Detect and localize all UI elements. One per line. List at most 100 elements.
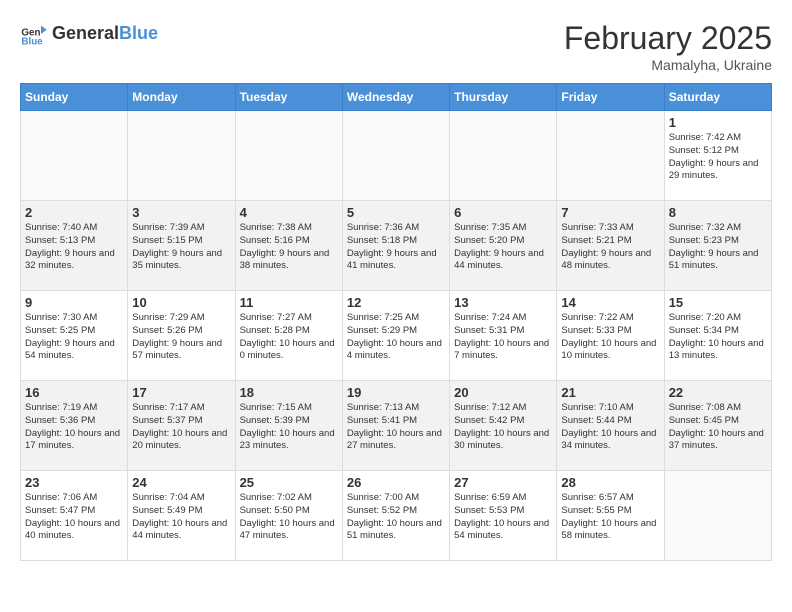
day-info: Sunrise: 7:24 AM Sunset: 5:31 PM Dayligh… — [454, 312, 552, 363]
calendar-week-row: 2 Sunrise: 7:40 AM Sunset: 5:13 PM Daylig… — [21, 201, 772, 291]
column-header-thursday: Thursday — [450, 84, 557, 111]
calendar-day-cell: 13 Sunrise: 7:24 AM Sunset: 5:31 PM Dayli… — [450, 291, 557, 381]
day-info: Sunrise: 7:08 AM Sunset: 5:45 PM Dayligh… — [669, 402, 767, 453]
day-number: 3 — [132, 205, 230, 220]
calendar-day-cell — [664, 471, 771, 561]
day-number: 17 — [132, 385, 230, 400]
calendar-day-cell: 3 Sunrise: 7:39 AM Sunset: 5:15 PM Daylig… — [128, 201, 235, 291]
calendar-day-cell — [342, 111, 449, 201]
page-header: Gen Blue GeneralBlue February 2025 Mamal… — [20, 20, 772, 73]
day-info: Sunrise: 7:20 AM Sunset: 5:34 PM Dayligh… — [669, 312, 767, 363]
calendar-day-cell: 22 Sunrise: 7:08 AM Sunset: 5:45 PM Dayli… — [664, 381, 771, 471]
column-header-friday: Friday — [557, 84, 664, 111]
calendar-week-row: 23 Sunrise: 7:06 AM Sunset: 5:47 PM Dayli… — [21, 471, 772, 561]
logo: Gen Blue GeneralBlue — [20, 20, 158, 48]
day-info: Sunrise: 7:36 AM Sunset: 5:18 PM Dayligh… — [347, 222, 445, 273]
day-number: 1 — [669, 115, 767, 130]
day-number: 25 — [240, 475, 338, 490]
day-info: Sunrise: 7:40 AM Sunset: 5:13 PM Dayligh… — [25, 222, 123, 273]
calendar-day-cell: 19Sunrise: 7:13 AM Sunset: 5:41 PM Dayli… — [342, 381, 449, 471]
day-number: 13 — [454, 295, 552, 310]
day-number: 15 — [669, 295, 767, 310]
calendar-day-cell: 2 Sunrise: 7:40 AM Sunset: 5:13 PM Daylig… — [21, 201, 128, 291]
day-number: 5 — [347, 205, 445, 220]
day-info: Sunrise: 7:30 AM Sunset: 5:25 PM Dayligh… — [25, 312, 123, 363]
calendar-day-cell: 6 Sunrise: 7:35 AM Sunset: 5:20 PM Daylig… — [450, 201, 557, 291]
day-number: 14 — [561, 295, 659, 310]
day-number: 7 — [561, 205, 659, 220]
month-year-title: February 2025 — [564, 20, 772, 57]
calendar-day-cell: 1 Sunrise: 7:42 AM Sunset: 5:12 PM Daylig… — [664, 111, 771, 201]
calendar-week-row: 9 Sunrise: 7:30 AM Sunset: 5:25 PM Daylig… — [21, 291, 772, 381]
day-info: Sunrise: 7:00 AM Sunset: 5:52 PM Dayligh… — [347, 492, 445, 543]
calendar-day-cell: 20 Sunrise: 7:12 AM Sunset: 5:42 PM Dayli… — [450, 381, 557, 471]
location-subtitle: Mamalyha, Ukraine — [564, 57, 772, 73]
day-info: Sunrise: 7:42 AM Sunset: 5:12 PM Dayligh… — [669, 132, 767, 183]
day-number: 26 — [347, 475, 445, 490]
calendar-day-cell: 4Sunrise: 7:38 AM Sunset: 5:16 PM Daylig… — [235, 201, 342, 291]
day-number: 21 — [561, 385, 659, 400]
day-number: 19 — [347, 385, 445, 400]
day-info: Sunrise: 7:19 AM Sunset: 5:36 PM Dayligh… — [25, 402, 123, 453]
day-info: Sunrise: 7:35 AM Sunset: 5:20 PM Dayligh… — [454, 222, 552, 273]
calendar-day-cell — [450, 111, 557, 201]
calendar-day-cell — [128, 111, 235, 201]
day-number: 24 — [132, 475, 230, 490]
day-number: 22 — [669, 385, 767, 400]
day-info: Sunrise: 6:57 AM Sunset: 5:55 PM Dayligh… — [561, 492, 659, 543]
calendar-day-cell: 16 Sunrise: 7:19 AM Sunset: 5:36 PM Dayli… — [21, 381, 128, 471]
day-number: 23 — [25, 475, 123, 490]
day-number: 8 — [669, 205, 767, 220]
day-info: Sunrise: 7:39 AM Sunset: 5:15 PM Dayligh… — [132, 222, 230, 273]
day-number: 27 — [454, 475, 552, 490]
day-info: Sunrise: 7:15 AM Sunset: 5:39 PM Dayligh… — [240, 402, 338, 453]
day-number: 6 — [454, 205, 552, 220]
column-header-sunday: Sunday — [21, 84, 128, 111]
calendar-day-cell — [235, 111, 342, 201]
calendar-day-cell: 28 Sunrise: 6:57 AM Sunset: 5:55 PM Dayli… — [557, 471, 664, 561]
calendar-day-cell: 8 Sunrise: 7:32 AM Sunset: 5:23 PM Daylig… — [664, 201, 771, 291]
title-section: February 2025 Mamalyha, Ukraine — [564, 20, 772, 73]
day-info: Sunrise: 7:32 AM Sunset: 5:23 PM Dayligh… — [669, 222, 767, 273]
day-number: 2 — [25, 205, 123, 220]
day-number: 28 — [561, 475, 659, 490]
column-header-monday: Monday — [128, 84, 235, 111]
day-info: Sunrise: 7:33 AM Sunset: 5:21 PM Dayligh… — [561, 222, 659, 273]
calendar-day-cell: 15 Sunrise: 7:20 AM Sunset: 5:34 PM Dayli… — [664, 291, 771, 381]
calendar-day-cell: 7 Sunrise: 7:33 AM Sunset: 5:21 PM Daylig… — [557, 201, 664, 291]
calendar-day-cell — [557, 111, 664, 201]
calendar-day-cell: 24 Sunrise: 7:04 AM Sunset: 5:49 PM Dayli… — [128, 471, 235, 561]
day-number: 9 — [25, 295, 123, 310]
day-info: Sunrise: 7:06 AM Sunset: 5:47 PM Dayligh… — [25, 492, 123, 543]
calendar-day-cell — [21, 111, 128, 201]
calendar-week-row: 16 Sunrise: 7:19 AM Sunset: 5:36 PM Dayli… — [21, 381, 772, 471]
calendar-day-cell: 9 Sunrise: 7:30 AM Sunset: 5:25 PM Daylig… — [21, 291, 128, 381]
day-number: 11 — [240, 295, 338, 310]
day-info: Sunrise: 7:10 AM Sunset: 5:44 PM Dayligh… — [561, 402, 659, 453]
day-info: Sunrise: 7:17 AM Sunset: 5:37 PM Dayligh… — [132, 402, 230, 453]
column-header-wednesday: Wednesday — [342, 84, 449, 111]
calendar-day-cell: 18Sunrise: 7:15 AM Sunset: 5:39 PM Dayli… — [235, 381, 342, 471]
day-number: 16 — [25, 385, 123, 400]
calendar-day-cell: 11 Sunrise: 7:27 AM Sunset: 5:28 PM Dayli… — [235, 291, 342, 381]
calendar-day-cell: 23 Sunrise: 7:06 AM Sunset: 5:47 PM Dayli… — [21, 471, 128, 561]
day-info: Sunrise: 7:27 AM Sunset: 5:28 PM Dayligh… — [240, 312, 338, 363]
day-number: 10 — [132, 295, 230, 310]
day-info: Sunrise: 6:59 AM Sunset: 5:53 PM Dayligh… — [454, 492, 552, 543]
column-header-tuesday: Tuesday — [235, 84, 342, 111]
column-header-saturday: Saturday — [664, 84, 771, 111]
calendar-day-cell: 21 Sunrise: 7:10 AM Sunset: 5:44 PM Dayli… — [557, 381, 664, 471]
calendar-day-cell: 10 Sunrise: 7:29 AM Sunset: 5:26 PM Dayli… — [128, 291, 235, 381]
calendar-table: SundayMondayTuesdayWednesdayThursdayFrid… — [20, 83, 772, 561]
calendar-day-cell: 25Sunrise: 7:02 AM Sunset: 5:50 PM Dayli… — [235, 471, 342, 561]
day-info: Sunrise: 7:12 AM Sunset: 5:42 PM Dayligh… — [454, 402, 552, 453]
day-number: 12 — [347, 295, 445, 310]
calendar-header-row: SundayMondayTuesdayWednesdayThursdayFrid… — [21, 84, 772, 111]
calendar-day-cell: 17 Sunrise: 7:17 AM Sunset: 5:37 PM Dayli… — [128, 381, 235, 471]
day-info: Sunrise: 7:38 AM Sunset: 5:16 PM Dayligh… — [240, 222, 338, 273]
day-info: Sunrise: 7:25 AM Sunset: 5:29 PM Dayligh… — [347, 312, 445, 363]
day-info: Sunrise: 7:04 AM Sunset: 5:49 PM Dayligh… — [132, 492, 230, 543]
day-info: Sunrise: 7:29 AM Sunset: 5:26 PM Dayligh… — [132, 312, 230, 363]
calendar-day-cell: 27 Sunrise: 6:59 AM Sunset: 5:53 PM Dayli… — [450, 471, 557, 561]
day-number: 20 — [454, 385, 552, 400]
